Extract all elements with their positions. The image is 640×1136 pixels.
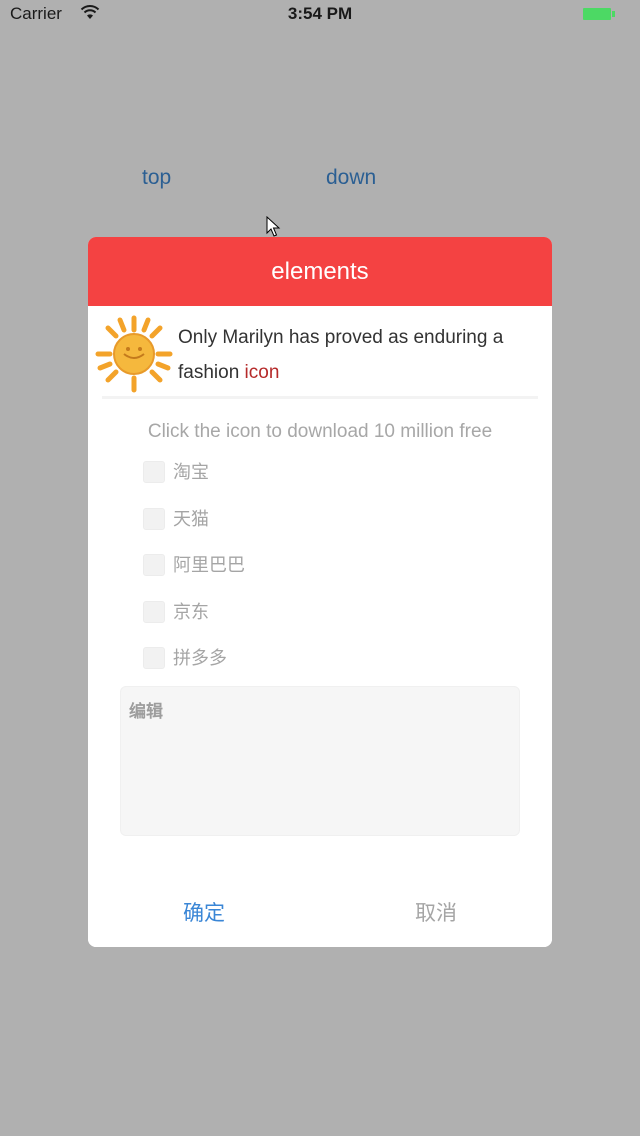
dialog-footer: 确定 取消	[88, 877, 552, 947]
cancel-button[interactable]: 取消	[320, 877, 552, 947]
confirm-button[interactable]: 确定	[88, 877, 320, 947]
option-label: 淘宝	[173, 462, 209, 482]
down-button[interactable]: down	[326, 166, 376, 190]
instruction-text: Click the icon to download 10 million fr…	[147, 421, 493, 442]
option-label: 拼多多	[173, 648, 227, 668]
banner-text: Only Marilyn has proved as enduring a fa…	[178, 320, 538, 390]
option-pinduoduo[interactable]: 拼多多	[88, 639, 552, 686]
top-button[interactable]: top	[142, 166, 171, 190]
sun-icon[interactable]	[94, 314, 174, 394]
option-checkbox[interactable]	[143, 600, 165, 623]
option-label: 阿里巴巴	[173, 555, 245, 575]
option-tmall[interactable]: 天猫	[88, 500, 552, 547]
option-label: 天猫	[173, 508, 209, 529]
option-checkbox[interactable]	[143, 461, 165, 483]
option-checkbox[interactable]	[143, 507, 165, 530]
option-checkbox[interactable]	[143, 554, 165, 576]
option-label: 京东	[173, 601, 209, 622]
banner: Only Marilyn has proved as enduring a fa…	[95, 306, 538, 399]
battery-icon	[583, 8, 615, 20]
status-bar: Carrier 3:54 PM	[0, 0, 640, 28]
dialog-header: elements	[88, 237, 552, 306]
dialog-title: elements	[271, 257, 369, 285]
edit-textarea[interactable]	[120, 686, 520, 836]
banner-text-main: Only Marilyn has proved as enduring a fa…	[178, 327, 504, 383]
option-alibaba[interactable]: 阿里巴巴	[88, 546, 552, 593]
option-list: 淘宝 天猫 阿里巴巴 京东 拼多多	[88, 453, 552, 686]
status-time: 3:54 PM	[287, 4, 353, 23]
option-taobao[interactable]: 淘宝	[88, 453, 552, 500]
banner-text-accent: icon	[244, 362, 280, 383]
option-checkbox[interactable]	[143, 647, 165, 669]
option-jd[interactable]: 京东	[88, 593, 552, 640]
elements-dialog: elements Only Marilyn has proved as endu…	[88, 237, 552, 947]
